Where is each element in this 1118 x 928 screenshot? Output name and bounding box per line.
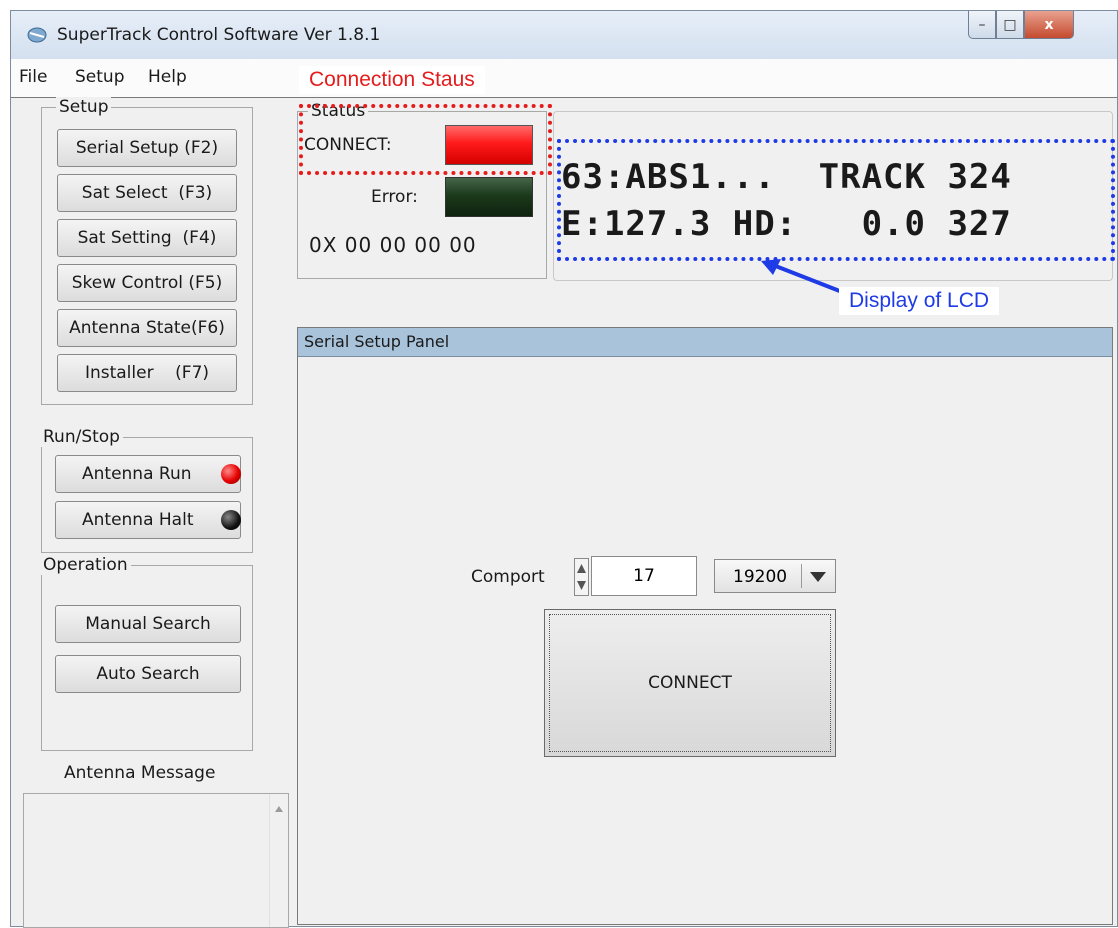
operation-group-label: Operation [40,555,131,575]
antenna-run-button[interactable]: Antenna Run [55,455,241,493]
baud-select[interactable]: 19200 [714,559,836,593]
sat-select-button[interactable]: Sat Select (F3) [57,174,237,212]
serial-setup-button[interactable]: Serial Setup (F2) [57,129,237,167]
comport-spinner[interactable] [574,558,589,596]
antenna-halt-label: Antenna Halt [82,510,194,530]
lcd-display-highlight [557,139,1115,261]
app-window: SuperTrack Control Software Ver 1.8.1 – … [10,10,1118,928]
connection-status-highlight [299,104,552,175]
connection-status-annotation: Connection Staus [299,66,485,94]
minimize-icon: – [978,16,986,33]
menu-setup[interactable]: Setup [75,67,124,87]
antenna-message-box[interactable] [23,793,289,928]
window-title: SuperTrack Control Software Ver 1.8.1 [57,25,381,45]
menu-file[interactable]: File [19,67,47,87]
auto-search-button[interactable]: Auto Search [55,655,241,693]
lcd-display-annotation: Display of LCD [839,287,1000,315]
app-icon [27,27,47,43]
spinner-arrows-icon[interactable] [574,558,589,596]
minimize-button[interactable]: – [968,11,996,39]
antenna-message-label: Antenna Message [64,763,216,783]
antenna-run-label: Antenna Run [82,464,192,484]
panel-header: Serial Setup Panel [298,328,1112,357]
menu-bar: File Setup Help [11,59,1117,98]
connect-button[interactable]: CONNECT [544,609,836,757]
status-code: 0X 00 00 00 00 [309,233,477,257]
comport-input[interactable]: 17 [591,556,697,596]
run-led-icon [221,464,241,484]
close-icon: x [1044,16,1054,33]
panel-title: Serial Setup Panel [304,332,450,351]
title-bar[interactable]: SuperTrack Control Software Ver 1.8.1 – … [11,11,1117,59]
maximize-button[interactable]: □ [996,11,1024,39]
message-scrollbar[interactable] [269,794,288,927]
baud-value: 19200 [733,567,788,587]
maximize-icon: □ [1003,16,1017,33]
runstop-group-label: Run/Stop [40,427,123,447]
installer-button[interactable]: Installer (F7) [57,354,237,392]
sat-setting-button[interactable]: Sat Setting (F4) [57,219,237,257]
error-indicator [445,177,533,217]
skew-control-button[interactable]: Skew Control (F5) [57,264,237,302]
comport-label: Comport [471,567,545,587]
close-button[interactable]: x [1024,11,1074,39]
error-status-label: Error: [371,187,418,207]
menu-help[interactable]: Help [148,67,187,87]
setup-group-label: Setup [56,97,112,117]
antenna-state-button[interactable]: Antenna State(F6) [57,309,237,347]
halt-led-icon [221,510,241,530]
scroll-up-icon[interactable] [275,806,283,812]
chevron-down-icon[interactable] [809,571,827,583]
manual-search-button[interactable]: Manual Search [55,605,241,643]
antenna-halt-button[interactable]: Antenna Halt [55,501,241,539]
